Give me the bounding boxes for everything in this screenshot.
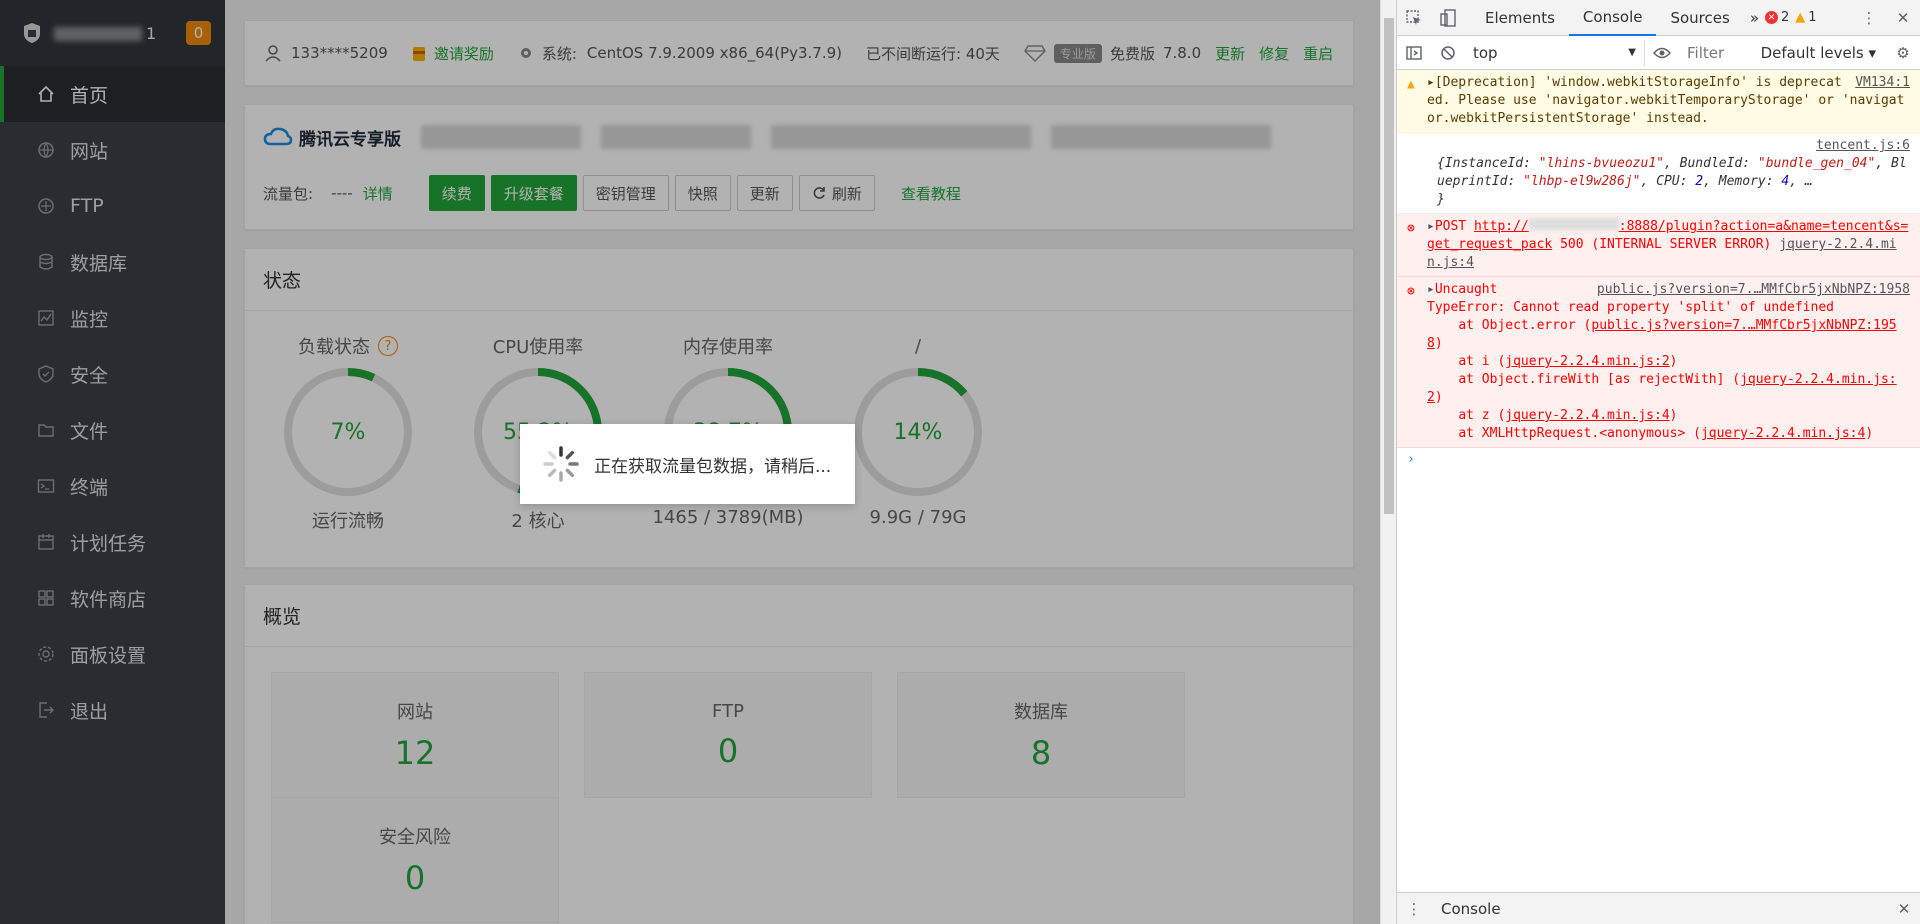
page-scrollbar[interactable] xyxy=(1380,0,1396,924)
redacted-ip xyxy=(1528,218,1619,230)
error-count-value: 2 xyxy=(1781,10,1790,25)
spinner-icon xyxy=(543,446,579,482)
inspect-icon[interactable] xyxy=(1397,0,1431,36)
expand-arrow-icon[interactable]: ▸ xyxy=(1427,219,1435,234)
expand-arrow-icon[interactable]: ▸ xyxy=(1427,75,1435,90)
source-link[interactable]: tencent.js:6 xyxy=(1816,138,1910,153)
log-levels-select[interactable]: Default levels ▾ xyxy=(1761,44,1886,62)
log-key: , BundleId: xyxy=(1663,156,1758,171)
stack-link[interactable]: jquery-2.2.4.min.js:2 xyxy=(1505,354,1669,369)
console-log: tencent.js:6 {InstanceId: "lhins-bvueozu1… xyxy=(1397,133,1920,214)
uncaught-label: Uncaught xyxy=(1434,282,1498,297)
stack-frame: at XMLHttpRequest.<anonymous> ( xyxy=(1427,426,1701,441)
expand-arrow-icon[interactable]: ▸ xyxy=(1427,282,1435,297)
sidebar-toggle-icon[interactable] xyxy=(1397,35,1431,71)
filter-input[interactable]: Filter xyxy=(1679,44,1732,62)
stack-paren: ) xyxy=(1865,426,1874,441)
stack-frame: at Object.fireWith [as rejectWith] ( xyxy=(1427,372,1741,387)
context-value: top xyxy=(1473,43,1498,62)
context-select[interactable]: top ▼ xyxy=(1465,39,1645,66)
console-toolbar: top ▼ Filter Default levels ▾ ⚙ xyxy=(1397,36,1920,70)
app-root: 1 0 首页 网站 FTP 数据库 监控 安全 文件 终端 计划任务 软件商店 … xyxy=(0,0,1920,924)
log-object[interactable]: {InstanceId: "lhins-bvueozu1", BundleId:… xyxy=(1437,156,1907,207)
kebab-menu-icon[interactable]: ⋮ xyxy=(1852,0,1886,36)
devtools-tabbar: Elements Console Sources » ✕ 2 ▲ 1 ⋮ ✕ xyxy=(1397,0,1920,36)
tab-elements[interactable]: Elements xyxy=(1471,0,1569,36)
loading-dialog: 正在获取流量包数据，请稍后... xyxy=(520,424,855,504)
stack-link[interactable]: jquery-2.2.4.min.js:4 xyxy=(1701,426,1865,441)
device-toggle-icon[interactable] xyxy=(1431,0,1465,36)
error-message: TypeError: Cannot read property 'split' … xyxy=(1427,300,1834,315)
error-count[interactable]: ✕ 2 xyxy=(1765,10,1789,25)
more-tabs-button[interactable]: » xyxy=(1744,0,1765,36)
warning-count[interactable]: ▲ 1 xyxy=(1795,10,1816,25)
stack-paren: ) xyxy=(1434,336,1443,351)
error-icon: ⊗ xyxy=(1407,221,1415,236)
log-key: {InstanceId: xyxy=(1437,156,1539,171)
warning-count-value: 1 xyxy=(1808,10,1817,25)
url-part: http:// xyxy=(1473,219,1529,234)
tab-console[interactable]: Console xyxy=(1568,0,1657,36)
tab-sources[interactable]: Sources xyxy=(1656,0,1743,36)
drawer-menu-icon[interactable]: ⋮ xyxy=(1397,891,1431,924)
http-method: POST xyxy=(1434,219,1467,234)
dropdown-arrow-icon: ▼ xyxy=(1628,47,1636,58)
drawer-close-icon[interactable]: ✕ xyxy=(1887,891,1920,924)
http-status: 500 (INTERNAL SERVER ERROR) xyxy=(1560,237,1772,252)
log-brace: } xyxy=(1437,192,1445,207)
log-levels-value: Default levels xyxy=(1760,43,1864,62)
warning-icon: ▲ xyxy=(1407,77,1415,92)
log-string: "lhbp-el9w286j" xyxy=(1523,174,1641,189)
log-key: , CPU: xyxy=(1640,174,1696,189)
drawer-tab-console[interactable]: Console xyxy=(1431,900,1511,918)
console-settings-icon[interactable]: ⚙ xyxy=(1886,35,1920,71)
console-error-post: ⊗ ▸POST http://:8888/plugin?action=a&name… xyxy=(1397,214,1920,277)
console-warning: ▲ VM134:1 ▸[Deprecation] 'window.webkitSto… xyxy=(1397,70,1920,133)
close-icon[interactable]: ✕ xyxy=(1886,0,1920,36)
eye-icon[interactable] xyxy=(1645,35,1679,71)
stack-paren: ) xyxy=(1669,354,1678,369)
log-string: "lhins-bvueozu1" xyxy=(1538,156,1664,171)
log-string: "bundle_gen_04" xyxy=(1757,156,1876,171)
log-ellipsis: , … xyxy=(1789,174,1813,189)
devtools-panel: Elements Console Sources » ✕ 2 ▲ 1 ⋮ ✕ top… xyxy=(1396,0,1920,924)
stack-frame: at i ( xyxy=(1427,354,1506,369)
stack-paren: ) xyxy=(1669,408,1678,423)
stack-link[interactable]: jquery-2.2.4.min.js:4 xyxy=(1505,408,1669,423)
warning-text: [Deprecation] 'window.webkitStorageInfo'… xyxy=(1427,75,1905,126)
log-key: , Memory: xyxy=(1703,174,1782,189)
stack-frame: at Object.error ( xyxy=(1427,318,1592,333)
stack-frame: at z ( xyxy=(1427,408,1506,423)
source-link[interactable]: VM134:1 xyxy=(1855,74,1910,92)
scrollbar-thumb[interactable] xyxy=(1384,18,1394,514)
devtools-drawer: ⋮ Console ✕ xyxy=(1397,892,1920,924)
source-link[interactable]: public.js?version=7.…MMfCbr5jxNbNPZ:1958 xyxy=(1597,281,1910,299)
console-error-uncaught: ⊗ public.js?version=7.…MMfCbr5jxNbNPZ:195… xyxy=(1397,277,1920,448)
error-icon: ✕ xyxy=(1765,11,1778,24)
error-icon: ⊗ xyxy=(1407,284,1415,299)
stack-paren: ) xyxy=(1434,390,1443,405)
warning-icon: ▲ xyxy=(1795,10,1806,25)
console-messages: ▲ VM134:1 ▸[Deprecation] 'window.webkitSto… xyxy=(1397,70,1920,471)
loading-text: 正在获取流量包数据，请稍后... xyxy=(594,456,832,477)
console-prompt[interactable]: › xyxy=(1397,448,1920,471)
clear-console-icon[interactable] xyxy=(1431,35,1465,71)
log-number: 2 xyxy=(1695,174,1704,189)
